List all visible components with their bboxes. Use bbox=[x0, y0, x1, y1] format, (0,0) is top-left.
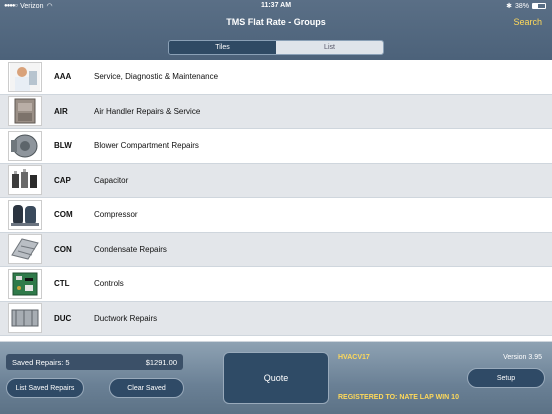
list-item[interactable]: COM Compressor bbox=[0, 198, 552, 233]
battery-icon bbox=[532, 3, 546, 9]
ductwork-photo-icon bbox=[8, 303, 42, 334]
group-name: Capacitor bbox=[94, 175, 129, 185]
device-code: HVACV17 bbox=[338, 354, 370, 361]
blower-photo-icon bbox=[8, 130, 42, 161]
group-code: AIR bbox=[54, 106, 68, 116]
list-item[interactable]: DUC Ductwork Repairs bbox=[0, 301, 552, 336]
list-item[interactable]: CTL Controls bbox=[0, 267, 552, 302]
group-code: DUC bbox=[54, 313, 72, 323]
group-code: AAA bbox=[54, 72, 72, 82]
page-title: TMS Flat Rate - Groups bbox=[226, 17, 326, 27]
condensate-pan-photo-icon bbox=[8, 234, 42, 265]
group-code: CON bbox=[54, 244, 72, 254]
bluetooth-icon: ✱ bbox=[506, 3, 512, 10]
saved-repairs-label: Saved Repairs: 5 bbox=[12, 357, 70, 367]
technician-photo-icon bbox=[8, 61, 42, 92]
group-name: Compressor bbox=[94, 210, 138, 220]
group-name: Service, Diagnostic & Maintenance bbox=[94, 72, 219, 82]
view-toggle: Tiles List bbox=[168, 40, 384, 55]
tab-list[interactable]: List bbox=[276, 41, 383, 54]
search-button[interactable]: Search bbox=[513, 17, 542, 27]
group-code: BLW bbox=[54, 141, 72, 151]
group-code: CAP bbox=[54, 175, 71, 185]
list-item[interactable]: CAP Capacitor bbox=[0, 163, 552, 198]
clear-saved-button[interactable]: Clear Saved bbox=[109, 378, 184, 398]
header: ●●●●○ Verizon ◠ 11:37 AM ✱ 38% TMS Flat … bbox=[0, 0, 552, 60]
saved-repairs-box: Saved Repairs: 5 $1291.00 bbox=[6, 354, 183, 370]
status-time: 11:37 AM bbox=[260, 2, 292, 9]
list-saved-repairs-button[interactable]: List Saved Repairs bbox=[6, 378, 84, 398]
version-label: Version 3.95 bbox=[503, 354, 542, 361]
list-item[interactable]: AIR Air Handler Repairs & Service bbox=[0, 94, 552, 129]
group-code: COM bbox=[54, 210, 73, 220]
status-right: ✱ 38% bbox=[506, 2, 546, 10]
groups-list: AAA Service, Diagnostic & Maintenance AIR A… bbox=[0, 60, 552, 342]
status-bar: ●●●●○ Verizon ◠ 11:37 AM ✱ 38% bbox=[0, 0, 552, 12]
compressor-photo-icon bbox=[8, 199, 42, 230]
list-item[interactable]: BLW Blower Compartment Repairs bbox=[0, 129, 552, 164]
quote-button[interactable]: Quote bbox=[223, 352, 329, 404]
tab-tiles[interactable]: Tiles bbox=[169, 41, 276, 54]
group-name: Air Handler Repairs & Service bbox=[94, 106, 201, 116]
battery-level bbox=[533, 4, 538, 8]
group-name: Blower Compartment Repairs bbox=[94, 141, 199, 151]
setup-button[interactable]: Setup bbox=[467, 368, 545, 388]
group-code: CTL bbox=[54, 279, 70, 289]
group-name: Controls bbox=[94, 279, 124, 289]
control-board-photo-icon bbox=[8, 268, 42, 299]
group-name: Ductwork Repairs bbox=[94, 313, 158, 323]
air-handler-photo-icon bbox=[8, 96, 42, 127]
group-name: Condensate Repairs bbox=[94, 244, 167, 254]
footer-panel: Saved Repairs: 5 $1291.00 List Saved Rep… bbox=[0, 342, 552, 414]
saved-repairs-total: $1291.00 bbox=[145, 357, 177, 367]
list-item[interactable]: CON Condensate Repairs bbox=[0, 232, 552, 267]
capacitor-photo-icon bbox=[8, 165, 42, 196]
registered-label: REGISTERED TO: NATE LAP WIN 10 bbox=[338, 394, 459, 401]
battery-percent: 38% bbox=[514, 2, 529, 10]
list-item[interactable]: AAA Service, Diagnostic & Maintenance bbox=[0, 60, 552, 95]
